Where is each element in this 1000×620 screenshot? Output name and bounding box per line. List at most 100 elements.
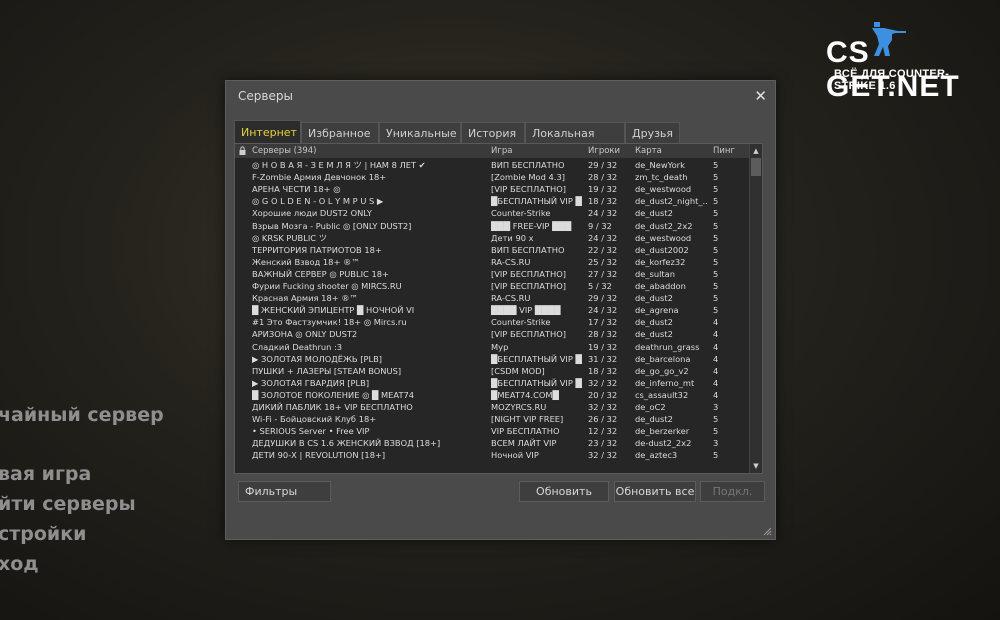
refresh-all-button[interactable]: Обновить все [614,481,696,502]
cell-map: de_aztec3 [635,450,678,461]
table-row[interactable]: F-Zombie Армия Девчонок 18+ [Zombie Mod 4… [235,171,750,183]
table-row[interactable]: ДЕДУШКИ В CS 1.6 ЖЕНСКИЙ ВЗВОД [18+] ВСЕМ… [235,437,750,449]
tab-internet[interactable]: Интернет [234,120,301,143]
table-row[interactable]: Женский Взвод 18+ ®™ RA-CS.RU 25 / 32 de_ko… [235,256,750,268]
cell-game: █БЕСПЛАТНЫЙ VIP █ [491,196,582,207]
cell-name: Фурии Fucking shooter ◎ MIRCS.RU [252,281,402,291]
cell-game: ███ FREE-VIP ███ [491,220,572,231]
column-servers[interactable]: Серверы (394) [252,145,316,157]
column-map[interactable]: Карта [635,145,662,157]
filters-button[interactable]: Фильтры [238,481,331,502]
cell-name: ▶ ЗОЛОТАЯ МОЛОДЁЖЬ [PLB] [252,353,383,364]
table-row[interactable]: █ ЗОЛОТОЕ ПОКОЛЕНИЕ ◎ █ MEAT74 █MEAT74.CO… [235,389,750,401]
table-row[interactable]: ВАЖНЫЙ СЕРВЕР ◎ PUBLIC 18+ [VIP БЕСПЛАТНО… [235,268,750,280]
table-row[interactable]: Сладкий Deathrun :3 Мур 19 / 32 deathrun_gr… [235,341,750,353]
cell-name: АРИЗОНА ◎ ONLY DUST2 [252,329,358,340]
cell-game: ████ VIP ████ [491,305,561,316]
cell-map: de_inferno_mt [635,377,695,388]
cell-ping: 4 [713,317,719,328]
cell-map: de_agrena [635,305,679,316]
cell-ping: 4 [713,389,719,400]
cell-name: ВАЖНЫЙ СЕРВЕР ◎ PUBLIC 18+ [252,268,389,279]
cell-name: Женский Взвод 18+ ®™ [252,256,360,267]
cell-map: cs_assault32 [635,389,689,400]
cell-map: de_dust2_night_... [635,196,708,207]
table-row[interactable]: ДИКИЙ ПАБЛИК 18+ VIP БЕСПЛАТНО MOZYRCS.RU… [235,401,750,413]
table-row[interactable]: ◎ KRSK PUBLIC ツ Дети 90 х 24 / 32 de_westwo… [235,232,750,244]
table-row[interactable]: ▶ ЗОЛОТАЯ ГВАРДИЯ [PLB] █БЕСПЛАТНЫЙ VIP █… [235,377,750,389]
scrollbar[interactable]: ▲ ▼ [749,144,762,473]
table-row[interactable]: #1 Это Фастзумчик! 18+ ◎ Mircs.ru Counter… [235,316,750,328]
table-row[interactable]: Хорошие люди DUST2 ONLY Counter-Strike 24 … [235,207,750,219]
scroll-up-icon[interactable]: ▲ [750,145,762,157]
column-ping[interactable]: Пинг [713,145,735,157]
cell-players: 31 / 32 [588,353,618,364]
table-row[interactable]: Wi-Fi - Бойцовский Клуб 18+ [NIGHT VIP FR… [235,413,750,425]
cell-name: ◎ Н О В А Я - З Е М Л Я ツ | НАМ 8 ЛЕТ ✔ [252,160,426,170]
csget-logo: CS GET.NET ВСЁ ДЛЯ COUNTER-STRIKE 1.6 [826,18,988,103]
cell-map: deathrun_grass [635,341,700,352]
cell-name: ТЕРРИТОРИЯ ПАТРИОТОВ 18+ [252,244,382,255]
menu-item-find-servers[interactable]: йти серверы [0,489,136,519]
cell-ping: 5 [713,268,719,279]
cell-players: 29 / 32 [588,160,618,170]
cell-game: [CSDM MOD] [491,365,545,376]
cell-game: RA-CS.RU [491,293,531,304]
lock-icon[interactable] [238,146,247,155]
cell-ping: 4 [713,329,719,340]
tab-unique[interactable]: Уникальные [379,122,461,143]
cell-map: de_sultan [635,268,676,279]
servers-dialog: Серверы ✕ Интернет Избранное Уникальные … [225,80,776,540]
cell-ping: 5 [713,184,719,195]
table-row[interactable]: ДЕТИ 90-Х | REVOLUTION [18+] Ночной VIP 32… [235,449,750,461]
cell-ping: 5 [713,244,719,255]
menu-item-exit[interactable]: ход [0,549,39,579]
column-players[interactable]: Игроки [588,145,620,157]
table-row[interactable]: ◎ Н О В А Я - З Е М Л Я ツ | НАМ 8 ЛЕТ ✔ В… [235,159,750,171]
scroll-down-icon[interactable]: ▼ [750,460,762,472]
cell-name: Красная Армия 18+ ®™ [252,293,358,304]
table-row[interactable]: ТЕРРИТОРИЯ ПАТРИОТОВ 18+ ВИП БЕСПЛАТНО 22 … [235,244,750,256]
table-row[interactable]: ПУШКИ + ЛАЗЕРЫ [STEAM BONUS] [CSDM MOD] 18… [235,365,750,377]
cell-players: 25 / 32 [588,256,618,267]
cell-ping: 5 [713,172,719,183]
refresh-button[interactable]: Обновить [519,481,609,502]
cell-name: ▶ ЗОЛОТАЯ ГВАРДИЯ [PLB] [252,377,370,388]
table-row[interactable]: ▶ ЗОЛОТАЯ МОЛОДЁЖЬ [PLB] █БЕСПЛАТНЫЙ VIP … [235,353,750,365]
cell-players: 28 / 32 [588,172,618,183]
cell-name: Хорошие люди DUST2 ONLY [252,208,372,219]
table-row[interactable]: Красная Армия 18+ ®™ RA-CS.RU 29 / 32 de_du… [235,292,750,304]
cell-ping: 4 [713,353,719,364]
cell-ping: 5 [713,256,719,267]
column-game[interactable]: Игра [491,145,512,157]
close-icon[interactable]: ✕ [754,87,767,105]
table-row[interactable]: Взрыв Мозга - Public ◎ [ONLY DUST2] ███ F… [235,220,750,232]
tab-favorites[interactable]: Избранное [301,122,379,143]
cell-map: de_westwood [635,184,692,195]
table-row[interactable]: █ ЖЕНСКИЙ ЭПИЦЕНТР █ НОЧНОЙ VI ████ VIP █… [235,304,750,316]
cell-players: 20 / 32 [588,389,618,400]
menu-item-random-server[interactable]: чайный сервер [0,400,164,430]
scroll-thumb[interactable] [751,158,761,176]
menu-item-settings[interactable]: стройки [0,519,86,549]
resize-grip-icon[interactable] [762,526,772,536]
connect-button[interactable]: Подкл. [700,481,765,502]
tab-history[interactable]: История [461,122,525,143]
cell-map: de_dust2 [635,208,673,219]
menu-item-new-game[interactable]: вая игра [0,459,91,489]
cell-players: 12 / 32 [588,426,618,437]
cell-ping: 5 [713,220,719,231]
dialog-title: Серверы [238,89,293,103]
cell-map: de_korfez32 [635,256,686,267]
table-row[interactable]: АРЕНА ЧЕСТИ 18+ ◎ [VIP БЕСПЛАТНО] 19 / 32 d… [235,183,750,195]
tab-lan[interactable]: Локальная сеть [525,122,625,161]
table-row[interactable]: АРИЗОНА ◎ ONLY DUST2 [VIP БЕСПЛАТНО] 28 / … [235,328,750,340]
tab-friends[interactable]: Друзья [625,122,680,143]
table-row[interactable]: ◎ G O L D E N - O L Y M P U S ▶ █БЕСПЛАТН… [235,195,750,207]
cell-players: 19 / 32 [588,184,618,195]
table-row[interactable]: • SERIOUS Server • Free VIP VIP БЕСПЛАТНО… [235,425,750,437]
cell-game: MOZYRCS.RU [491,402,547,412]
cell-game: VIP БЕСПЛАТНО [491,426,560,437]
table-row[interactable]: Фурии Fucking shooter ◎ MIRCS.RU [VIP БЕС… [235,280,750,292]
cell-game: [VIP БЕСПЛАТНО] [491,281,566,291]
